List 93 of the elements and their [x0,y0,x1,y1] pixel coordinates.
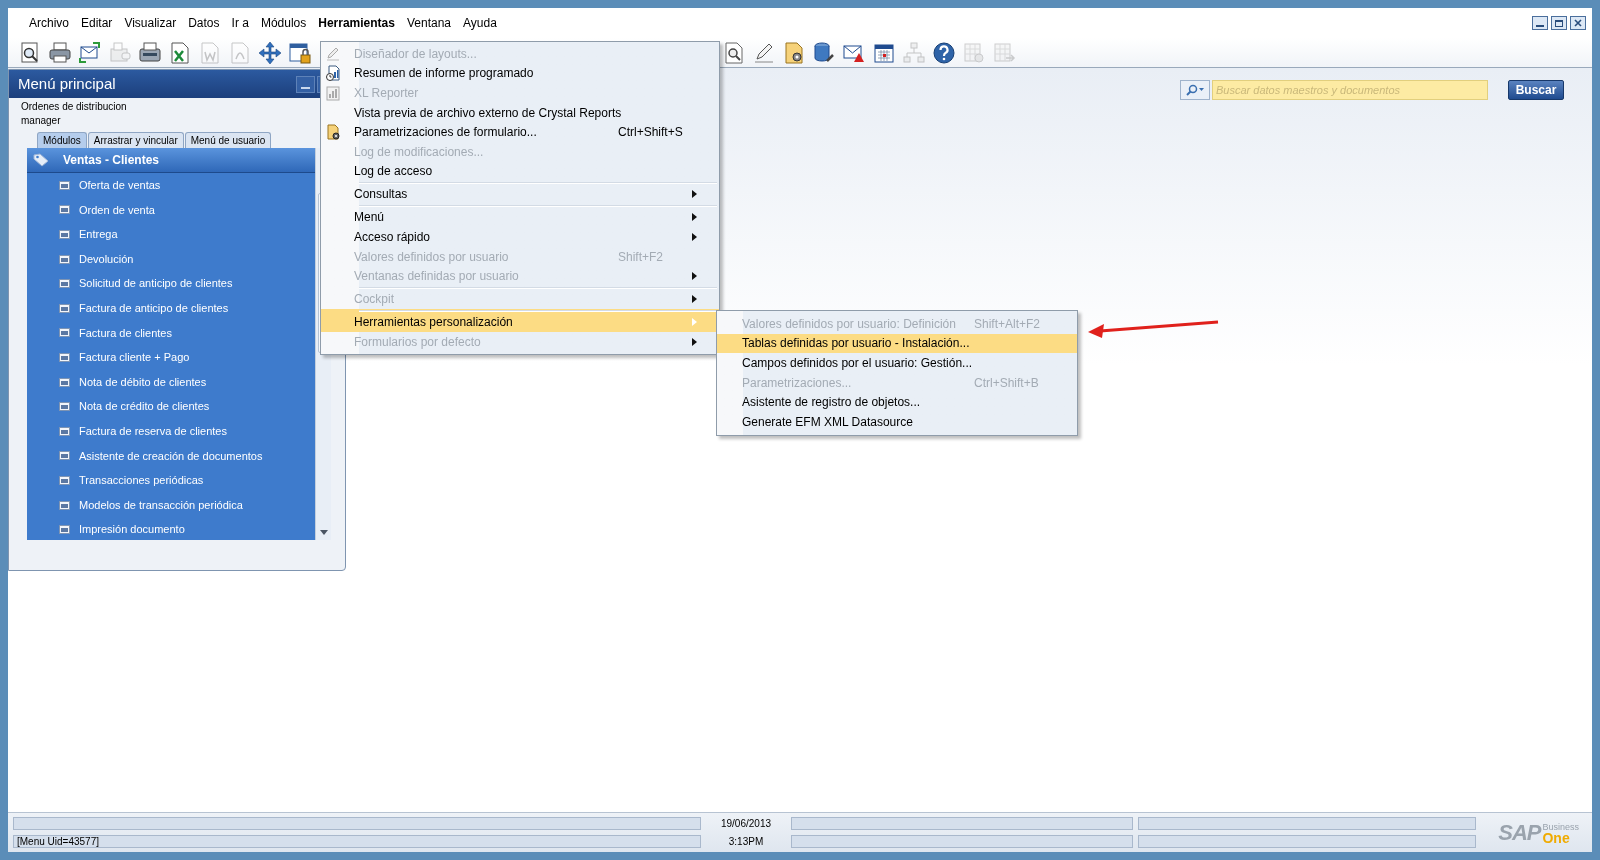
module-item[interactable]: Entrega [27,222,315,247]
module-item[interactable]: Solicitud de anticipo de clientes [27,271,315,296]
excel-document-icon[interactable] [168,40,192,65]
minimize-icon[interactable] [1532,16,1548,30]
four-way-arrow-icon[interactable] [258,40,282,65]
window-icon [59,426,70,436]
scroll-down-icon[interactable] [318,528,329,536]
module-item[interactable]: Oferta de ventas [27,173,315,198]
minimize-icon[interactable] [296,75,315,93]
submenu-arrow-icon [692,317,697,326]
window-icon [59,402,70,412]
menu-item[interactable]: Acceso rápido [321,227,719,247]
window-icon [59,500,70,510]
menu-item[interactable]: Herramientas [313,13,400,33]
module-item[interactable]: Transacciones periódicas [27,468,315,493]
window-icon [59,352,70,362]
module-item[interactable]: Impresión documento [27,517,315,542]
panel-tab[interactable]: Menú de usuario [184,132,272,148]
menu-item[interactable]: Editar [76,13,118,33]
menu-item[interactable]: Visualizar [119,13,182,33]
submenu-arrow-icon [692,213,697,222]
pencil-icon [325,45,341,62]
submenu-arrow-icon [692,337,697,346]
menu-item[interactable]: Parametrizaciones de formulario... Ctrl+Shift+S [321,122,719,142]
menu-item[interactable]: Log de acceso [321,161,719,182]
module-item[interactable]: Factura de clientes [27,320,315,346]
logo-brand: SAP [1498,819,1541,847]
database-wrench-icon[interactable] [812,40,836,65]
menu-item[interactable]: Archivo [24,13,74,33]
window-icon [59,230,70,239]
window-icon [59,451,70,461]
module-item[interactable]: Devolución [27,246,315,272]
search-icon [1185,84,1205,96]
submenu-arrow-icon [692,271,697,280]
status-message: [Menu Uid=43577] [13,835,701,849]
module-item[interactable]: Factura cliente + Pago [27,345,315,370]
window-icon [59,205,70,215]
user-name: manager [20,114,62,128]
module-item[interactable]: Asistente de creación de documentos [27,443,315,469]
search-options-button[interactable] [1180,80,1210,100]
menu-item[interactable]: Ventana [401,13,456,33]
menu-item[interactable]: Menú [321,204,719,228]
module-header[interactable]: Ventas - Clientes [27,148,315,173]
printer-icon[interactable] [48,40,72,65]
window-icon [59,525,70,535]
menu-item[interactable]: Asistente de registro de objetos... [717,392,1077,412]
module-item[interactable]: Factura de anticipo de clientes [27,295,315,321]
document-gear-icon [325,123,341,140]
report-clock-icon [325,65,341,82]
submenu-arrow-icon [692,294,697,303]
help-icon[interactable] [932,40,956,65]
module-item[interactable]: Modelos de transacción periódica [27,492,315,518]
company-name: Ordenes de distribucion [20,100,128,114]
menu-item[interactable]: Vista previa de archivo externo de Crystal Reports [321,102,719,123]
panel-title: Menú principal [18,73,116,94]
window-icon [59,475,70,485]
menu-item[interactable]: Consultas [321,181,719,205]
module-item[interactable]: Orden de venta [27,197,315,223]
magnifier-page-icon[interactable] [722,40,746,65]
module-item[interactable]: Nota de crédito de clientes [27,394,315,419]
window-icon [59,180,70,190]
document-gear-icon[interactable] [782,40,806,65]
window-icon [59,254,70,264]
logo-line: One [1542,832,1570,844]
status-time: 3:13PM [727,835,765,850]
menu-item[interactable]: Tablas definidas por usuario - Instalación... [717,333,1077,354]
module-item[interactable]: Nota de débito de clientes [27,369,315,395]
panel-tab[interactable]: Arrastrar y vincular [87,132,184,148]
search-button[interactable]: Buscar [1508,80,1564,100]
window-icon [59,328,70,338]
menu-item[interactable]: Resumen de informe programado [321,63,719,84]
window-icon [59,377,70,387]
menu-item[interactable]: Ayuda [458,13,502,33]
chart-document-icon [325,84,341,101]
close-icon[interactable] [1570,16,1586,30]
submenu-arrow-icon [692,232,697,241]
envelope-arrows-icon[interactable] [78,40,102,65]
panel-tab[interactable]: Módulos [37,132,87,148]
menu-item[interactable]: Módulos [255,13,312,33]
window-icon [59,303,70,313]
window-icon [59,279,70,289]
module-item[interactable]: Factura de reserva de clientes [27,418,315,444]
tag-icon [33,153,49,167]
window-lock-icon[interactable] [288,40,312,65]
menu-item[interactable]: Campos definidos por el usuario: Gestión... [717,353,1077,373]
restore-icon[interactable] [1551,16,1567,30]
menu-item[interactable]: Herramientas personalización [321,308,719,332]
logo-line: Business [1542,821,1579,832]
menu-item[interactable]: Datos [183,13,225,33]
menu-item[interactable]: Generate EFM XML Datasource [717,411,1077,432]
menu-item[interactable]: Ir a [226,13,254,33]
status-date: 19/06/2013 [719,816,773,831]
submenu-arrow-icon [692,190,697,199]
